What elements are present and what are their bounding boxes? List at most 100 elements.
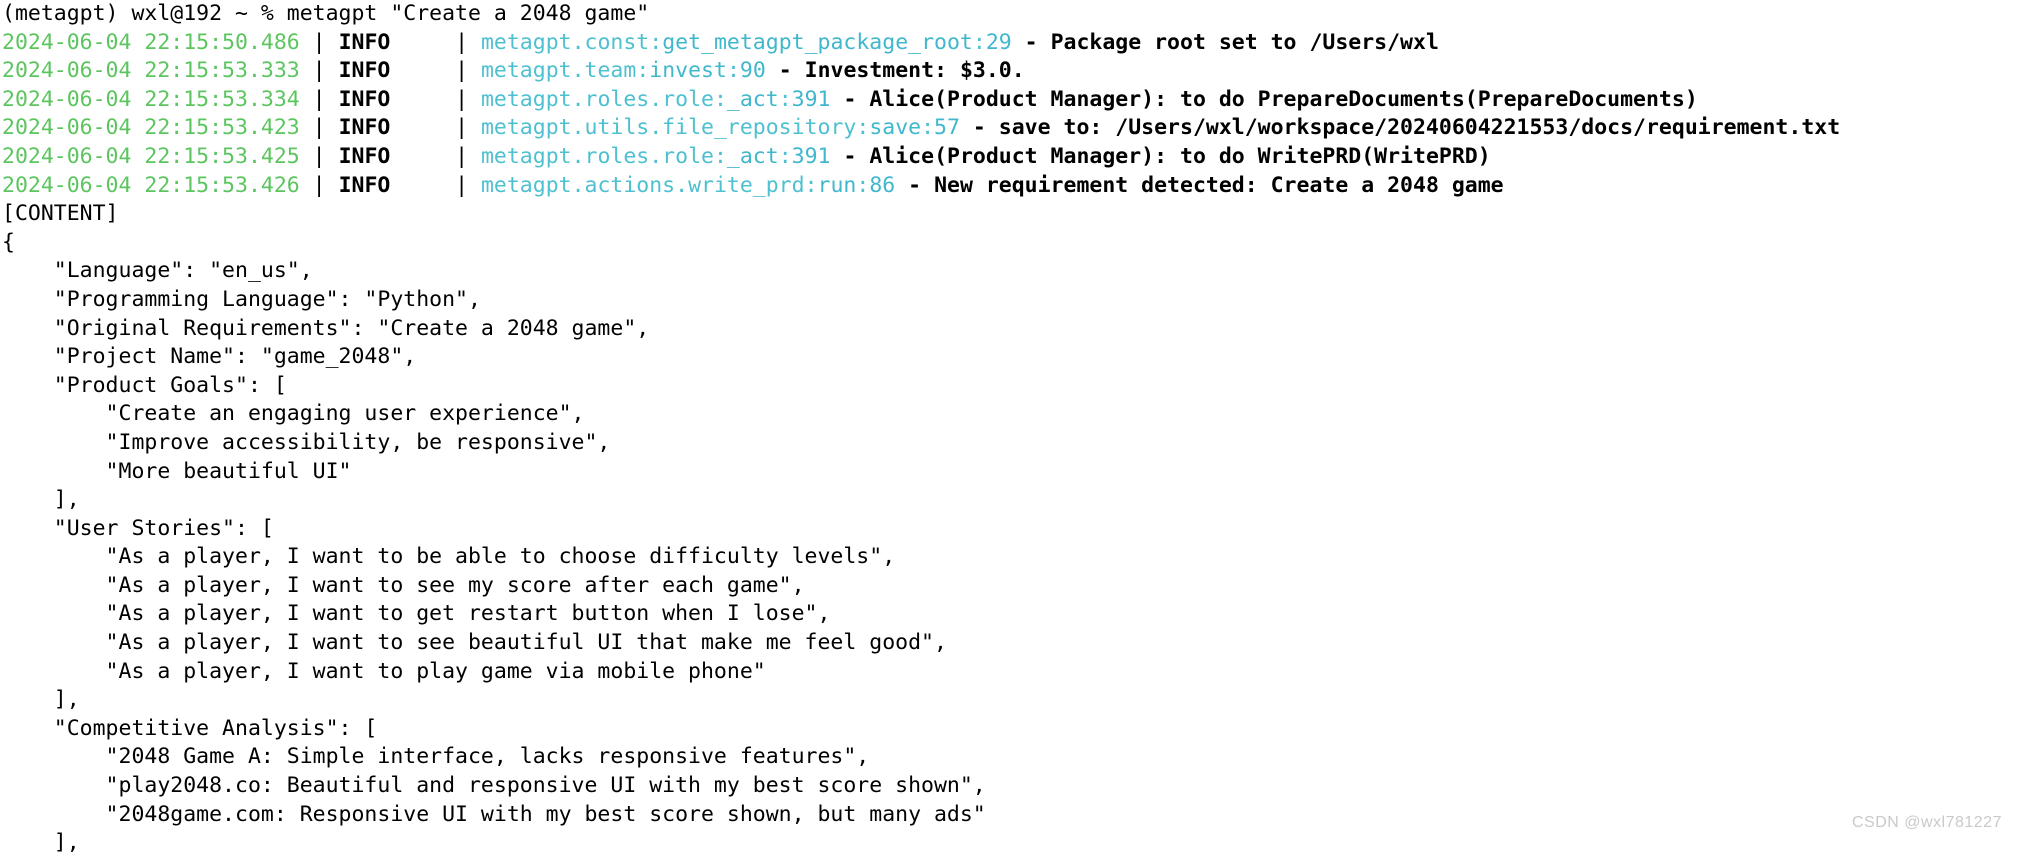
log-separator: |: [299, 172, 339, 198]
log-timestamp: 2024-06-04 22:15:50.486: [2, 29, 300, 55]
log-message: Alice(Product Manager): to do WritePRD(W…: [869, 143, 1491, 169]
json-line: ],: [2, 487, 80, 513]
log-colon: :: [713, 143, 727, 169]
log-message: Package root set to /Users/wxl: [1050, 29, 1439, 55]
log-colon: :: [713, 86, 727, 112]
json-line: "Create an engaging user experience",: [2, 401, 585, 427]
json-output: { "Language": "en_us", "Programming Lang…: [0, 229, 2020, 858]
log-level: INFO: [338, 172, 391, 198]
log-function: _act: [726, 86, 779, 112]
json-line: "As a player, I want to see my score aft…: [2, 572, 805, 598]
log-level-pad: [390, 30, 442, 55]
log-colon: :: [972, 29, 986, 55]
json-line: {: [2, 229, 15, 255]
log-level: INFO: [338, 143, 391, 169]
log-line: 2024-06-04 22:15:50.486 | INFO | metagpt…: [0, 29, 2020, 58]
log-output: 2024-06-04 22:15:50.486 | INFO | metagpt…: [0, 29, 2020, 201]
json-line: ],: [2, 830, 80, 856]
log-level-pad: [390, 87, 442, 112]
json-line: "As a player, I want to be able to choos…: [2, 544, 896, 570]
json-line: "Improve accessibility, be responsive",: [2, 429, 611, 455]
json-line: "play2048.co: Beautiful and responsive U…: [2, 773, 986, 799]
json-line: "2048 Game A: Simple interface, lacks re…: [2, 744, 870, 770]
json-line: "Competitive Analysis": [: [2, 715, 378, 741]
log-function: invest: [649, 58, 727, 84]
log-separator: |: [299, 143, 339, 169]
log-lineno: 29: [985, 29, 1012, 55]
log-colon: :: [921, 115, 935, 141]
log-dash: -: [830, 143, 870, 169]
log-separator: |: [299, 58, 339, 84]
log-separator: |: [442, 58, 481, 84]
log-timestamp: 2024-06-04 22:15:53.334: [2, 86, 300, 112]
log-lineno: 391: [791, 143, 831, 169]
log-colon: :: [778, 143, 792, 169]
log-line: 2024-06-04 22:15:53.425 | INFO | metagpt…: [0, 143, 2020, 172]
json-line: "As a player, I want to see beautiful UI…: [2, 630, 947, 656]
log-function: get_metagpt_package_root: [662, 29, 973, 55]
log-dash: -: [830, 86, 870, 112]
content-marker: [CONTENT]: [2, 201, 119, 227]
json-line: "As a player, I want to get restart butt…: [2, 601, 831, 627]
log-line: 2024-06-04 22:15:53.426 | INFO | metagpt…: [0, 172, 2020, 201]
log-module: metagpt.roles.role: [480, 86, 714, 112]
log-colon: :: [636, 58, 650, 84]
log-function: _act: [726, 143, 779, 169]
json-line: "As a player, I want to play game via mo…: [2, 658, 766, 684]
log-colon: :: [649, 29, 663, 55]
log-colon: :: [726, 58, 740, 84]
log-separator: |: [299, 115, 339, 141]
log-lineno: 57: [934, 115, 960, 141]
log-message: save to: /Users/wxl/workspace/2024060422…: [998, 115, 1841, 141]
json-line: "Programming Language": "Python",: [2, 286, 481, 312]
log-module: metagpt.roles.role: [480, 143, 714, 169]
log-dash: -: [765, 58, 805, 84]
log-level-pad: [390, 115, 442, 140]
log-level-pad: [390, 144, 442, 169]
log-function: run: [817, 172, 857, 198]
log-separator: |: [442, 29, 481, 55]
log-level: INFO: [338, 29, 391, 55]
log-module: metagpt.actions.write_prd: [480, 172, 805, 198]
json-line: "Project Name": "game_2048",: [2, 344, 417, 370]
log-dash: -: [959, 115, 999, 141]
log-colon: :: [804, 172, 818, 198]
log-timestamp: 2024-06-04 22:15:53.333: [2, 58, 300, 84]
log-colon: :: [856, 115, 870, 141]
log-message: Investment: $3.0.: [804, 58, 1025, 84]
shell-prompt-line: (metagpt) wxl@192 ~ % metagpt "Create a …: [2, 1, 650, 26]
log-level: INFO: [338, 86, 391, 112]
log-lineno: 391: [791, 86, 831, 112]
log-line: 2024-06-04 22:15:53.333 | INFO | metagpt…: [0, 57, 2020, 86]
log-colon: :: [856, 172, 870, 198]
json-line: "Product Goals": [: [2, 372, 287, 398]
log-separator: |: [299, 86, 339, 112]
log-level: INFO: [338, 58, 391, 84]
log-level-pad: [390, 173, 442, 198]
json-line: "Language": "en_us",: [2, 258, 313, 284]
log-dash: -: [1011, 29, 1051, 55]
log-separator: |: [442, 172, 481, 198]
log-message: New requirement detected: Create a 2048 …: [934, 172, 1504, 198]
log-module: metagpt.team: [480, 58, 637, 84]
json-line: "User Stories": [: [2, 515, 274, 541]
log-separator: |: [442, 115, 481, 141]
terminal-window: (metagpt) wxl@192 ~ % metagpt "Create a …: [0, 0, 2020, 855]
log-timestamp: 2024-06-04 22:15:53.423: [2, 115, 300, 141]
log-timestamp: 2024-06-04 22:15:53.425: [2, 143, 300, 169]
log-lineno: 86: [869, 172, 896, 198]
log-dash: -: [895, 172, 935, 198]
log-separator: |: [442, 86, 481, 112]
json-line: "More beautiful UI": [2, 458, 352, 484]
log-module: metagpt.const: [480, 29, 650, 55]
watermark-label: CSDN @wxl781227: [1851, 814, 2002, 831]
log-level-pad: [390, 58, 442, 83]
log-line: 2024-06-04 22:15:53.423 | INFO | metagpt…: [0, 114, 2020, 143]
log-line: 2024-06-04 22:15:53.334 | INFO | metagpt…: [0, 86, 2020, 115]
log-timestamp: 2024-06-04 22:15:53.426: [2, 172, 300, 198]
log-colon: :: [778, 86, 792, 112]
log-message: Alice(Product Manager): to do PrepareDoc…: [869, 86, 1698, 112]
log-separator: |: [299, 29, 339, 55]
log-separator: |: [442, 143, 481, 169]
log-level: INFO: [338, 115, 391, 141]
